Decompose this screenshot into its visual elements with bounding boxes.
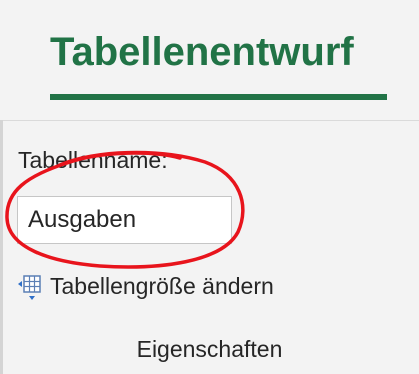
table-name-input[interactable]	[17, 196, 232, 244]
group-label: Eigenschaften	[136, 336, 283, 362]
active-tab-underline	[50, 94, 387, 100]
resize-table-button[interactable]: Tabellengröße ändern	[16, 268, 274, 304]
table-name-label: Tabellenname:	[18, 147, 168, 173]
tab-title[interactable]: Tabellenentwurf	[50, 30, 354, 75]
table-resize-icon	[18, 275, 41, 300]
group-divider	[0, 120, 419, 121]
resize-table-label: Tabellengröße ändern	[50, 272, 274, 299]
ribbon-tab-header: Tabellenentwurf	[0, 0, 419, 115]
